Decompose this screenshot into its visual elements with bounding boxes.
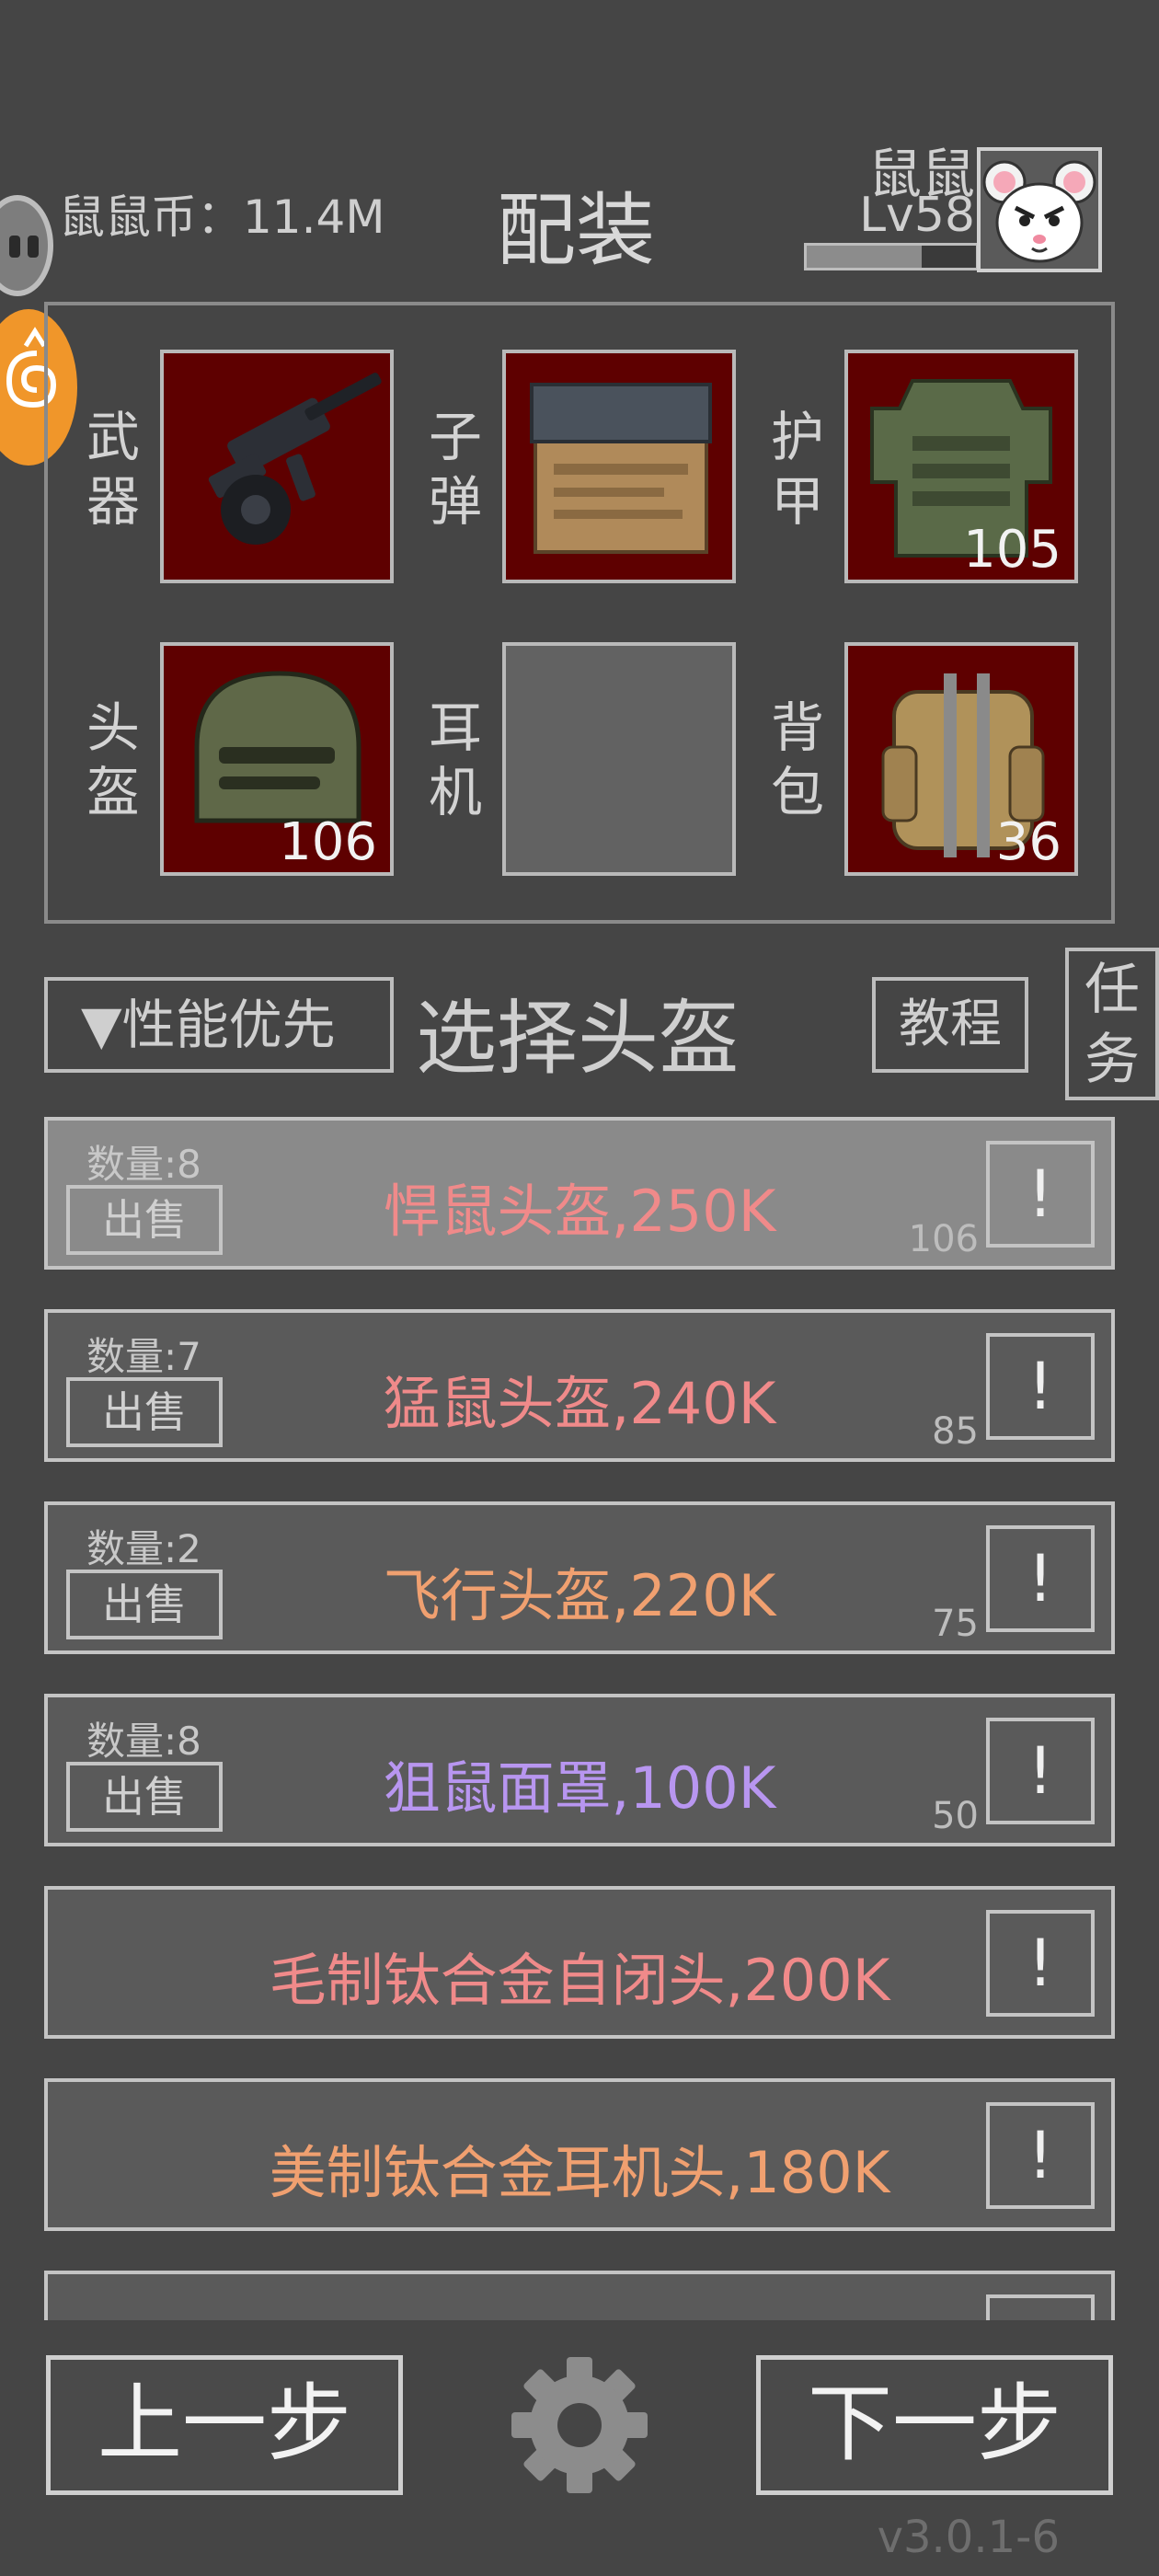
list-item[interactable]: 数量:8 出售 狙鼠面罩,100K 50 ! bbox=[44, 1694, 1115, 1846]
xp-bar bbox=[804, 243, 979, 270]
slot-armor[interactable]: 105 bbox=[844, 350, 1078, 583]
slot-headset[interactable] bbox=[502, 642, 736, 876]
slot-label-helmet: 头盔 bbox=[86, 696, 140, 823]
previous-step-button[interactable]: 上一步 bbox=[46, 2355, 403, 2495]
chat-bubble-button[interactable] bbox=[0, 195, 53, 296]
task-button-label: 任务 bbox=[1084, 958, 1140, 1092]
info-button[interactable]: ! bbox=[986, 1333, 1095, 1440]
item-value: 85 bbox=[932, 1410, 979, 1453]
sort-filter-dropdown[interactable]: ▼性能优先 bbox=[44, 977, 394, 1073]
slot-label-armor: 护甲 bbox=[770, 406, 824, 533]
slot-backpack[interactable]: 36 bbox=[844, 642, 1078, 876]
backpack-value: 36 bbox=[995, 812, 1061, 872]
list-item[interactable]: 数量:7 出售 猛鼠头盔,240K 85 ! bbox=[44, 1309, 1115, 1462]
slot-label-weapon: 武器 bbox=[86, 406, 140, 533]
item-value: 75 bbox=[932, 1603, 979, 1645]
slot-label-ammo: 子弹 bbox=[428, 406, 482, 533]
list-item[interactable]: 美制钛合金耳机头,180K ! bbox=[44, 2078, 1115, 2231]
info-button[interactable]: ! bbox=[986, 2102, 1095, 2209]
helmet-list[interactable]: 数量:8 出售 悍鼠头盔,250K 106 ! 数量:7 出售 猛鼠头盔,240… bbox=[0, 1113, 1159, 2320]
list-item[interactable]: ! bbox=[44, 2271, 1115, 2320]
tutorial-button[interactable]: 教程 bbox=[872, 977, 1028, 1073]
info-button[interactable]: ! bbox=[986, 2294, 1095, 2320]
helmet-value: 106 bbox=[279, 812, 377, 872]
list-item[interactable]: 数量:2 出售 飞行头盔,220K 75 ! bbox=[44, 1501, 1115, 1654]
xp-bar-fill bbox=[807, 246, 923, 268]
version-label: v3.0.1-6 bbox=[877, 2512, 1060, 2563]
slot-helmet[interactable]: 106 bbox=[160, 642, 394, 876]
item-value: 106 bbox=[908, 1218, 979, 1260]
rifle-icon bbox=[208, 373, 382, 545]
slot-weapon[interactable] bbox=[160, 350, 394, 583]
avatar[interactable] bbox=[977, 147, 1102, 272]
info-button[interactable]: ! bbox=[986, 1141, 1095, 1248]
info-button[interactable]: ! bbox=[986, 1910, 1095, 2017]
page-title: 配装 bbox=[497, 185, 655, 277]
list-item[interactable]: 数量:8 出售 悍鼠头盔,250K 106 ! bbox=[44, 1117, 1115, 1270]
coin-balance: 鼠鼠币：11.4M bbox=[59, 190, 385, 244]
bubble-eye-right bbox=[28, 236, 39, 258]
task-button[interactable]: 任务 bbox=[1065, 948, 1159, 1100]
item-name: 美制钛合金耳机头,180K bbox=[269, 2139, 890, 2206]
settings-gear-icon[interactable] bbox=[510, 2355, 649, 2495]
ammo-box-icon bbox=[530, 383, 712, 554]
item-value: 50 bbox=[932, 1795, 979, 1837]
info-button[interactable]: ! bbox=[986, 1525, 1095, 1632]
slot-ammo[interactable] bbox=[502, 350, 736, 583]
select-helmet-title: 选择头盔 bbox=[416, 991, 740, 1086]
player-level: Lv58 bbox=[859, 188, 975, 243]
item-name: 毛制钛合金自闭头,200K bbox=[269, 1947, 890, 2014]
list-item[interactable]: 毛制钛合金自闭头,200K ! bbox=[44, 1886, 1115, 2039]
mouse-avatar-icon bbox=[982, 160, 1096, 263]
slot-label-headset: 耳机 bbox=[428, 696, 482, 823]
info-button[interactable]: ! bbox=[986, 1718, 1095, 1824]
bubble-eye-left bbox=[9, 236, 20, 258]
slot-label-backpack: 背包 bbox=[770, 696, 824, 823]
armor-value: 105 bbox=[963, 520, 1061, 580]
next-step-button[interactable]: 下一步 bbox=[756, 2355, 1113, 2495]
